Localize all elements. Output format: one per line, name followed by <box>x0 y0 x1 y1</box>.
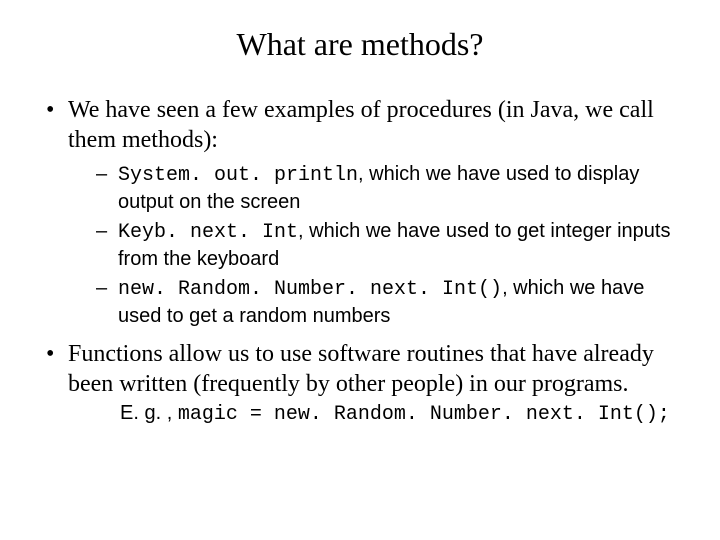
example-code: magic = new. Random. Number. next. Int()… <box>178 403 670 426</box>
sub-item-1-code: System. out. println <box>118 164 358 187</box>
bullet-2-text: Functions allow us to use software routi… <box>68 341 654 397</box>
sub-item-2: Keyb. next. Int, which we have used to g… <box>68 218 680 272</box>
example-prefix: E. g. , <box>120 402 178 424</box>
slide-title: What are methods? <box>40 26 680 63</box>
sub-item-2-code: Keyb. next. Int <box>118 221 298 244</box>
bullet-1-text: We have seen a few examples of procedure… <box>68 97 654 153</box>
bullet-list: We have seen a few examples of procedure… <box>40 95 680 427</box>
bullet-2: Functions allow us to use software routi… <box>40 339 680 427</box>
sub-item-3-code: new. Random. Number. next. Int() <box>118 278 502 301</box>
example-line: E. g. , magic = new. Random. Number. nex… <box>68 401 680 427</box>
sub-item-3: new. Random. Number. next. Int(), which … <box>68 275 680 329</box>
sub-list: System. out. println, which we have used… <box>68 161 680 329</box>
slide: What are methods? We have seen a few exa… <box>0 0 720 540</box>
bullet-1: We have seen a few examples of procedure… <box>40 95 680 329</box>
sub-item-1: System. out. println, which we have used… <box>68 161 680 215</box>
